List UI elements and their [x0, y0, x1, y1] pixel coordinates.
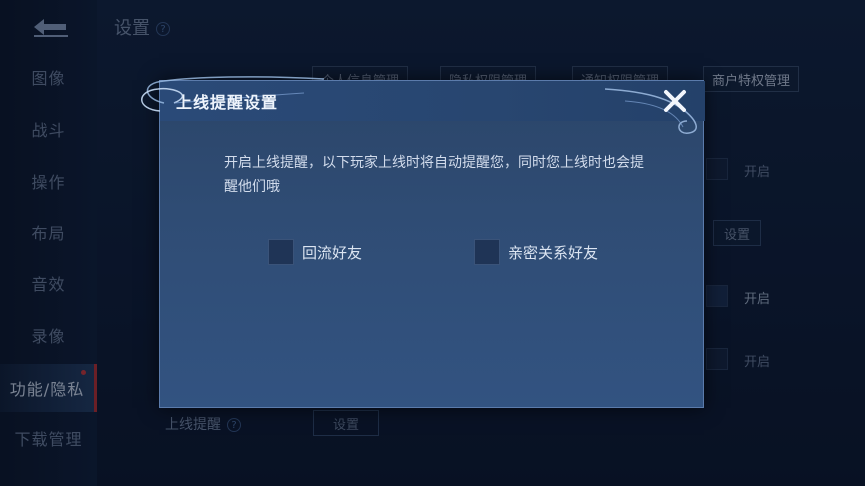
option-label: 回流好友: [302, 243, 363, 262]
intimate-friends-checkbox[interactable]: [474, 239, 500, 265]
option-label: 亲密关系好友: [508, 243, 599, 262]
dialog-title: 上线提醒设置: [176, 93, 279, 112]
option-returning-friends[interactable]: 回流好友: [268, 239, 362, 265]
returning-friends-checkbox[interactable]: [268, 239, 294, 265]
cloud-ornament-icon: [605, 88, 697, 134]
dialog-description: 开启上线提醒，以下玩家上线时将自动提醒您，同时您上线时也会提醒他们哦: [224, 155, 644, 195]
option-intimate-friends[interactable]: 亲密关系好友: [474, 239, 598, 265]
online-reminder-dialog: 上线提醒设置 开启上线提醒，以下玩家上线时将自动提醒您，同时您上线时也会提醒他们…: [141, 76, 705, 408]
close-icon[interactable]: [661, 87, 689, 115]
